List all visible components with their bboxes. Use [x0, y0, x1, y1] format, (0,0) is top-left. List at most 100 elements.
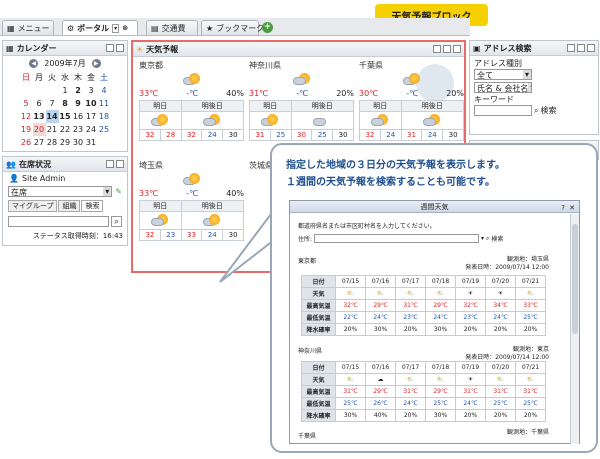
address-type-select[interactable]: 全て ▾ [474, 69, 532, 80]
calendar-day[interactable]: 19 [20, 123, 33, 136]
status-select[interactable]: 在席 ▾ [8, 186, 113, 197]
tab-organization[interactable]: 組織 [58, 200, 81, 212]
weather-icon: ☀ [455, 287, 486, 300]
maximize-icon[interactable] [116, 160, 124, 168]
scrollbar-thumb[interactable] [572, 224, 578, 334]
calendar-day[interactable]: 11 [98, 97, 111, 110]
calendar-day[interactable]: 8 [59, 97, 72, 110]
portal-tab-bar: ▦ メニュー ⚙ ポータル ▾ ⊗ ▤ 交通費 ★ ブックマーク + [0, 18, 470, 36]
forecast-low: 28 [159, 129, 182, 141]
date-cell: 07/18 [425, 275, 456, 288]
chevron-down-icon[interactable]: ▾ [481, 235, 484, 242]
calendar-day[interactable]: 3 [85, 84, 98, 97]
calendar-day-today[interactable]: 14 [45, 110, 59, 123]
close-icon[interactable]: ⊗ [122, 24, 128, 32]
weather-icon: ⛅ [395, 287, 426, 300]
sunny-cloudy-icon [402, 73, 421, 85]
calendar-day[interactable]: 21 [46, 123, 59, 136]
today-pop: 40% [226, 189, 244, 198]
address-search-button[interactable]: 検索 [540, 105, 556, 116]
grid-icon: ▦ [7, 23, 15, 33]
tab-portal[interactable]: ⚙ ポータル ▾ ⊗ [62, 20, 138, 35]
calendar-day[interactable]: 16 [72, 110, 85, 123]
minimize-icon[interactable] [106, 44, 114, 52]
calendar-day[interactable]: 7 [46, 97, 59, 110]
minimize-icon[interactable] [106, 160, 114, 168]
address-field-select[interactable]: 氏名 & 会社名▾ [474, 82, 532, 93]
search-icon[interactable]: ⌕ [111, 216, 122, 227]
calendar-day[interactable]: 22 [59, 123, 72, 136]
cloudy-sunny-icon [203, 113, 221, 126]
close-icon[interactable] [587, 44, 595, 52]
add-tab-button[interactable]: + [262, 22, 273, 33]
weekday-label: 日 [22, 73, 30, 82]
calendar-day[interactable]: 2 [72, 84, 85, 97]
tab-menu[interactable]: ▦ メニュー [2, 20, 54, 35]
calendar-day[interactable]: 28 [46, 136, 59, 149]
weather-icon: ⛅ [515, 287, 546, 300]
calendar-day[interactable]: 13 [33, 110, 46, 123]
tab-my-group[interactable]: マイグループ [8, 200, 58, 212]
calendar-day[interactable]: 27 [33, 136, 46, 149]
close-icon[interactable] [453, 45, 461, 53]
maximize-icon[interactable] [116, 44, 124, 52]
calendar-title-bar: ▦ カレンダー [3, 41, 127, 56]
calendar-day-holiday[interactable]: 20 [32, 123, 46, 136]
calendar-day[interactable]: 25 [98, 123, 111, 136]
tab-bookmark[interactable]: ★ ブックマーク [201, 20, 264, 35]
forecast-pop: 30 [442, 129, 464, 141]
tab-transport[interactable]: ▤ 交通費 [146, 20, 198, 35]
minimize-icon[interactable] [567, 44, 575, 52]
calendar-day[interactable] [46, 84, 59, 97]
calendar-day[interactable]: 9 [72, 97, 85, 110]
forecast-pop: 30 [332, 129, 354, 141]
chevron-down-icon[interactable]: ▾ [112, 23, 120, 33]
prev-month-icon[interactable]: ◀ [29, 59, 39, 68]
day-label: 明後日 [400, 100, 465, 112]
edit-icon[interactable]: ✎ [115, 187, 122, 196]
maximize-icon[interactable] [577, 44, 585, 52]
calendar-day[interactable]: 18 [98, 110, 111, 123]
calendar-day[interactable]: 5 [20, 97, 33, 110]
address-input[interactable] [314, 234, 480, 243]
calendar-day[interactable]: 17 [85, 110, 98, 123]
maximize-icon[interactable] [443, 45, 451, 53]
calendar-day[interactable]: 6 [33, 97, 46, 110]
presence-search-input[interactable] [8, 216, 109, 227]
chevron-down-icon: ▾ [528, 83, 531, 92]
popup-search-button[interactable]: 検索 [491, 234, 503, 243]
calendar-day[interactable]: 29 [59, 136, 72, 149]
help-icon[interactable]: ? [561, 202, 565, 214]
day-label: 明後日 [180, 100, 245, 112]
calendar-day[interactable] [33, 84, 46, 97]
keyword-input[interactable] [474, 105, 532, 116]
search-icon: ⌕ [486, 234, 490, 242]
calendar-day[interactable]: 26 [20, 136, 33, 149]
tab-search[interactable]: 検索 [81, 200, 104, 212]
calendar-day[interactable]: 12 [20, 110, 33, 123]
weather-icon: ⛅ [395, 373, 426, 386]
forecast-high: 31 [249, 129, 271, 141]
section-pref: 神奈川県 [298, 348, 323, 355]
address-search-panel: ▣ アドレス検索 アドレス種別 全て▾ 氏名 & 会社名▾ キーワード ⌕検索 [469, 40, 599, 135]
forecast-low: 24 [421, 129, 444, 141]
today-pop: 20% [446, 89, 464, 98]
calendar-day[interactable]: 23 [72, 123, 85, 136]
calendar-day[interactable] [98, 136, 111, 149]
scrollbar[interactable] [570, 214, 579, 444]
weather-icon: ⛅ [515, 373, 546, 386]
weekday-label: 水 [61, 73, 69, 82]
status-fetch-time: ステータス取得時刻：16:43 [32, 232, 123, 240]
close-icon[interactable]: ✕ [569, 202, 575, 214]
next-month-icon[interactable]: ▶ [91, 59, 101, 68]
calendar-day[interactable] [20, 84, 33, 97]
weekday-label: 木 [74, 73, 82, 82]
calendar-day[interactable]: 31 [85, 136, 98, 149]
calendar-day[interactable]: 24 [85, 123, 98, 136]
calendar-day[interactable]: 1 [59, 84, 72, 97]
calendar-day[interactable]: 10 [85, 97, 98, 110]
calendar-day[interactable]: 30 [72, 136, 85, 149]
calendar-day[interactable]: 4 [98, 84, 111, 97]
calendar-day[interactable]: 15 [59, 110, 72, 123]
minimize-icon[interactable] [433, 45, 441, 53]
